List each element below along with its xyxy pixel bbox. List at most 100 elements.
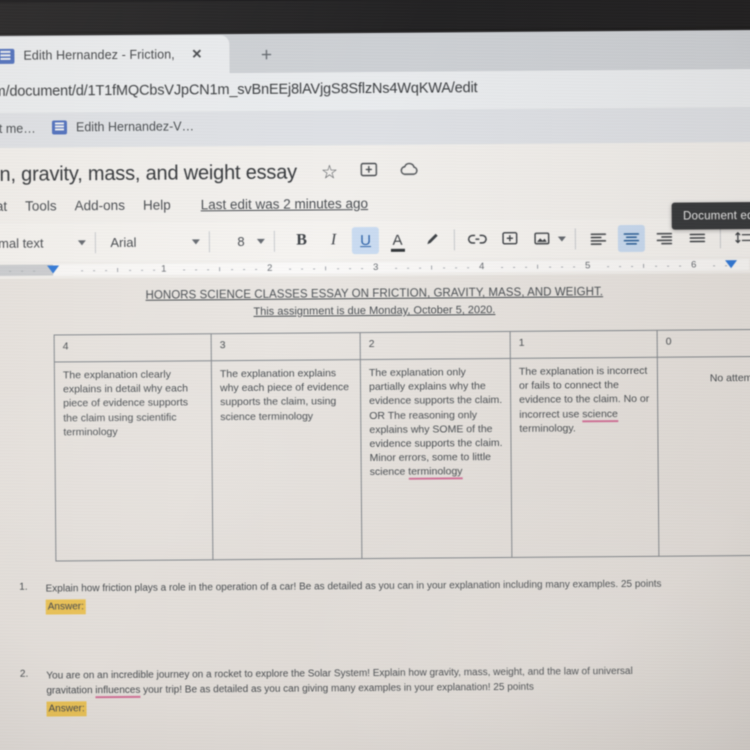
question-body: Explain how friction plays a role in the… (46, 577, 662, 615)
document-title-row: ion, gravity, mass, and weight essay ☆ (0, 154, 750, 190)
browser-tab-title: Edith Hernandez - Friction, gravi (23, 47, 175, 63)
toolbar-divider (274, 230, 276, 252)
align-left-icon (590, 232, 607, 245)
browser-tab-active[interactable]: Edith Hernandez - Friction, gravi ✕ (0, 35, 230, 76)
ruler-dot (313, 267, 315, 270)
answer-highlight: Answer: (45, 599, 86, 615)
ruler-number: 1 (161, 263, 167, 275)
menu-item-help[interactable]: Help (143, 197, 171, 212)
table-row-descriptions: The explanation clearly explains in deta… (54, 356, 750, 562)
bookmark-item-0[interactable]: out me… (0, 122, 36, 136)
bold-button[interactable]: B (288, 227, 315, 254)
rubric-cell-1: The explanation is incorrect or fails to… (510, 357, 659, 558)
ruler-margin-left (0, 264, 54, 277)
move-to-folder-icon[interactable] (360, 162, 377, 182)
ruler-dot (655, 265, 657, 267)
menu-item-addons[interactable]: Add-ons (75, 197, 125, 212)
rubric-cell-0: No attempt (657, 356, 750, 557)
ruler-number: 5 (585, 260, 591, 272)
bold-icon: B (296, 231, 307, 249)
ruler-dot (513, 266, 515, 268)
rubric-score-3: 3 (211, 332, 361, 361)
rubric-score-4: 4 (54, 333, 212, 363)
text-color-button[interactable]: A (384, 226, 411, 253)
new-tab-button[interactable]: + (235, 39, 297, 73)
title-icon-group: ☆ (321, 160, 419, 184)
right-indent-marker[interactable] (725, 260, 738, 269)
bookmark-label: out me… (0, 121, 36, 137)
highlight-color-button[interactable] (418, 226, 445, 253)
ruler-dot (337, 267, 339, 270)
insert-link-button[interactable] (464, 226, 491, 253)
ruler-dot (21, 270, 23, 272)
rubric-score-1: 1 (510, 330, 658, 359)
rubric-cell-2: The explanation only partially explains … (360, 358, 512, 559)
spellcheck-word: terminology (408, 465, 463, 481)
ruler-dot (525, 266, 527, 268)
star-icon[interactable]: ☆ (321, 161, 338, 184)
google-docs-favicon (0, 48, 15, 64)
spellcheck-word: science (582, 407, 618, 422)
ruler-tick (537, 264, 539, 269)
image-icon (533, 232, 550, 245)
text-color-icon: A (392, 231, 403, 249)
chevron-down-icon[interactable] (557, 235, 566, 242)
left-indent-marker[interactable] (47, 265, 60, 274)
paragraph-style-dropdown[interactable]: ormal text (0, 235, 78, 250)
align-justify-icon (689, 233, 706, 242)
highlighter-pen-icon (426, 233, 438, 245)
ruler-number: 4 (479, 261, 485, 273)
menu-item-format[interactable]: mat (0, 198, 7, 213)
ruler-dot (667, 265, 669, 267)
ruler-dot (713, 264, 715, 267)
google-docs-app: ion, gravity, mass, and weight essay ☆ m… (0, 141, 750, 750)
ruler-dot (289, 268, 291, 270)
ruler-dot (455, 266, 457, 269)
question-number: 1. (19, 581, 28, 593)
insert-image-button[interactable] (528, 225, 555, 252)
ruler-dot (301, 268, 303, 270)
align-left-button[interactable] (585, 225, 612, 252)
rubric-table: 4 3 2 1 0 The explanation clearly explai… (54, 329, 750, 562)
ruler-dot (153, 269, 155, 271)
question-2[interactable]: 2. You are on an incredible journey on a… (0, 663, 750, 717)
chevron-down-icon[interactable] (257, 238, 266, 244)
ruler-number: 3 (373, 261, 379, 274)
document-page[interactable]: HONORS SCIENCE CLASSES ESSAY ON FRICTION… (0, 272, 750, 750)
page-title[interactable]: ion, gravity, mass, and weight essay (0, 161, 297, 186)
add-comment-button[interactable] (496, 225, 523, 252)
chevron-down-icon[interactable] (77, 239, 86, 245)
bookmark-item-1[interactable]: Edith Hernandez-V… (51, 119, 194, 135)
ruler-dot (81, 269, 83, 272)
address-bar-url[interactable]: om/document/d/1T1fMQCbsVJpCN1m_svBnEEj8l… (0, 80, 478, 100)
close-icon[interactable]: ✕ (190, 46, 203, 61)
align-center-button[interactable] (617, 224, 646, 252)
answer-highlight: Answer: (46, 701, 87, 717)
menu-item-tools[interactable]: Tools (25, 198, 57, 213)
question-1[interactable]: 1. Explain how friction plays a role in … (0, 576, 750, 615)
ruler-tick (117, 268, 119, 273)
ruler-dot (183, 268, 185, 271)
align-center-icon (623, 232, 640, 245)
font-size-input[interactable]: 8 (225, 233, 257, 249)
toolbar-divider (719, 226, 721, 248)
cloud-status-icon[interactable] (399, 162, 419, 181)
font-family-dropdown[interactable]: Arial (110, 234, 192, 249)
last-edit-status[interactable]: Last edit was 2 minutes ago (201, 196, 368, 212)
document-heading: HONORS SCIENCE CLASSES ESSAY ON FRICTION… (0, 285, 750, 320)
rubric-score-2: 2 (360, 331, 511, 360)
docs-toolbar: ormal text Arial 8 B I U A (0, 217, 750, 263)
underline-button[interactable]: U (351, 226, 380, 254)
ruler-dot (141, 269, 143, 271)
question-body: You are on an incredible journey on a ro… (46, 664, 674, 717)
ruler-dot (619, 265, 621, 268)
omnibox-row[interactable]: om/document/d/1T1fMQCbsVJpCN1m_svBnEEj8l… (0, 69, 750, 114)
italic-button[interactable]: I (320, 227, 347, 254)
rubric-cell-3: The explanation explains why each piece … (211, 359, 362, 560)
ruler-dot (195, 268, 197, 271)
ruler-dot (631, 265, 633, 267)
ruler-dot (105, 269, 107, 272)
comment-icon (501, 231, 518, 245)
chevron-down-icon[interactable] (191, 238, 200, 244)
heading-line-2: This assignment is due Monday, October 5… (253, 304, 496, 318)
